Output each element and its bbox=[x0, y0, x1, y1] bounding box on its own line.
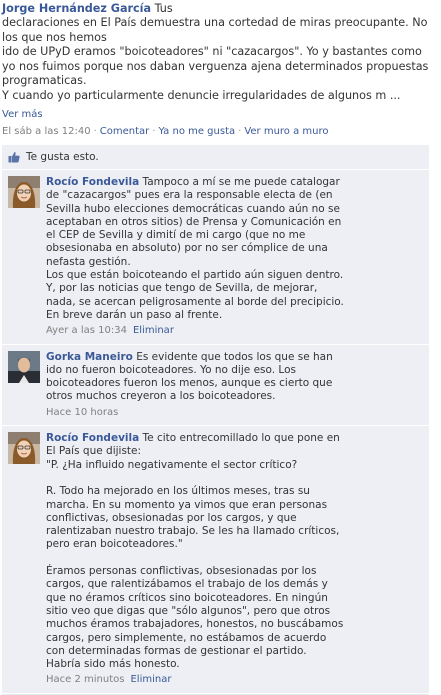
comment-link[interactable]: Comentar bbox=[100, 126, 150, 137]
comment-body: Rocío Fondevila Te cito entrecomillado l… bbox=[46, 432, 346, 687]
see-more-link[interactable]: Ver más bbox=[2, 109, 43, 120]
post-timestamp[interactable]: El sáb a las 12:40 bbox=[2, 126, 91, 137]
comment-item: Rocío Fondevila Te cito entrecomillado l… bbox=[2, 426, 429, 694]
comment-item: Gorka Maneiro Es evidente que todos los … bbox=[2, 345, 429, 427]
feedback-box: Te gusta esto. Rocío Fondevila Tampoco a… bbox=[2, 145, 429, 695]
delete-comment-link[interactable]: Eliminar bbox=[130, 674, 171, 685]
comment-time[interactable]: Hace 10 horas bbox=[46, 407, 118, 418]
comment-author-link[interactable]: Gorka Maneiro bbox=[46, 351, 133, 363]
post-header: Jorge Hernández García Tus bbox=[2, 2, 439, 16]
delete-comment-link[interactable]: Eliminar bbox=[133, 325, 174, 336]
comment-time[interactable]: Ayer a las 10:34 bbox=[46, 325, 127, 336]
comment-meta: Ayer a las 10:34 Eliminar bbox=[46, 324, 346, 337]
likes-row: Te gusta esto. bbox=[2, 145, 429, 170]
comment-meta: Hace 2 minutos Eliminar bbox=[46, 673, 346, 686]
comment-time[interactable]: Hace 2 minutos bbox=[46, 674, 124, 685]
post-meta: El sáb a las 12:40 · Comentar · Ya no me gus… bbox=[2, 126, 329, 137]
avatar[interactable] bbox=[8, 432, 40, 465]
wall-to-wall-link[interactable]: Ver muro a muro bbox=[244, 126, 328, 137]
post-text: declaraciones en El País demuestra una c… bbox=[2, 16, 429, 102]
likes-text: Te gusta esto. bbox=[26, 151, 99, 163]
comment-body: Gorka Maneiro Es evidente que todos los … bbox=[46, 351, 346, 419]
comment-body: Rocío Fondevila Tampoco a mí se me puede… bbox=[46, 176, 346, 338]
comment-author-link[interactable]: Rocío Fondevila bbox=[46, 432, 139, 444]
post-author-link[interactable]: Jorge Hernández García bbox=[2, 2, 151, 15]
thumbs-up-icon bbox=[8, 152, 20, 163]
unlike-link[interactable]: Ya no me gusta bbox=[158, 126, 235, 137]
comment-author-link[interactable]: Rocío Fondevila bbox=[46, 176, 139, 188]
comment-item: Rocío Fondevila Tampoco a mí se me puede… bbox=[2, 170, 429, 345]
avatar[interactable] bbox=[8, 176, 40, 208]
post-first-line: Tus bbox=[154, 2, 173, 15]
comment-meta: Hace 10 horas bbox=[46, 406, 346, 419]
comment-text: Tampoco a mí se me puede catalogar de "c… bbox=[46, 176, 344, 321]
avatar[interactable] bbox=[8, 350, 40, 383]
comment-text: Te cito entrecomillado lo que pone en El… bbox=[46, 432, 344, 671]
wall-post: Jorge Hernández García Tus declaraciones… bbox=[0, 2, 441, 695]
